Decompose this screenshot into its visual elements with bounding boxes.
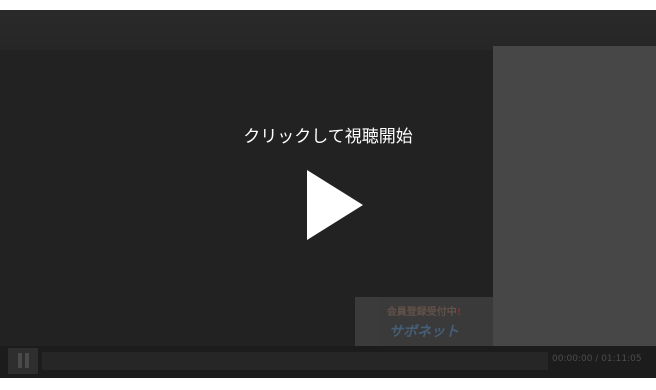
promo-banner[interactable]: 会員登録受付中! サポネット xyxy=(355,297,493,347)
pause-icon xyxy=(18,353,22,368)
video-player[interactable]: 会員登録受付中! サポネット クリックして視聴開始 00:00:00 / 01:… xyxy=(0,10,656,378)
pause-button[interactable] xyxy=(8,348,38,374)
play-icon[interactable] xyxy=(307,170,363,240)
pause-icon-bar xyxy=(25,353,29,368)
side-panel xyxy=(493,46,656,346)
time-separator: / xyxy=(592,354,602,364)
banner-headline-text: 会員登録受付中 xyxy=(386,307,457,318)
banner-exclamation: ! xyxy=(456,307,462,318)
current-time: 00:00:00 xyxy=(552,354,593,364)
total-time: 01:11:05 xyxy=(601,354,642,364)
player-top-band xyxy=(0,10,656,50)
banner-logo-text: サポネット xyxy=(389,324,459,340)
time-display: 00:00:00 / 01:11:05 xyxy=(552,354,642,364)
banner-headline: 会員登録受付中! xyxy=(355,303,493,318)
control-bar: 00:00:00 / 01:11:05 xyxy=(0,346,656,378)
click-to-play-text[interactable]: クリックして視聴開始 xyxy=(0,122,656,147)
seek-bar[interactable] xyxy=(42,352,548,370)
